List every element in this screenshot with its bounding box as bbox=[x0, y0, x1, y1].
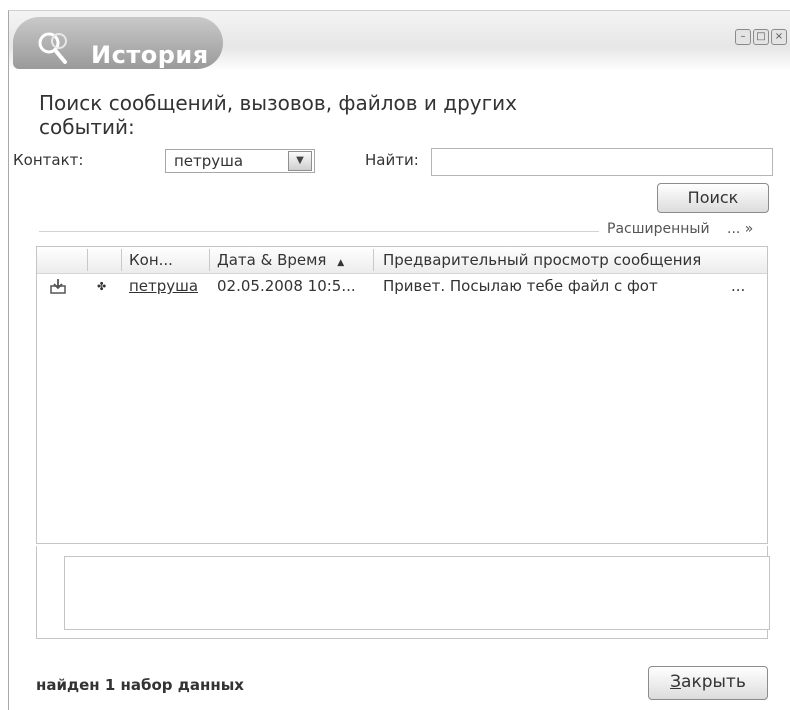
minimize-icon[interactable]: – bbox=[735, 29, 751, 45]
advanced-expand-icon[interactable]: ... » bbox=[727, 221, 753, 237]
title-bar[interactable]: История – □ × bbox=[9, 11, 790, 71]
close-button-label: акрыть bbox=[681, 672, 746, 692]
search-button[interactable]: Поиск bbox=[657, 183, 769, 213]
column-header-datetime-label: Дата & Время bbox=[217, 251, 327, 269]
file-transfer-icon bbox=[49, 277, 67, 299]
search-heading: Поиск сообщений, вызовов, файлов и други… bbox=[39, 91, 517, 139]
close-icon[interactable]: × bbox=[771, 29, 787, 45]
search-input[interactable] bbox=[431, 148, 773, 176]
column-header-datetime[interactable]: Дата & Время ▲ bbox=[217, 251, 344, 269]
contact-select-value: петруша bbox=[174, 152, 244, 170]
advanced-search-link[interactable]: Расширенный bbox=[607, 221, 710, 237]
column-separator[interactable] bbox=[87, 249, 88, 271]
column-separator[interactable] bbox=[373, 249, 374, 271]
close-button[interactable]: Закрыть bbox=[648, 666, 768, 700]
search-people-icon bbox=[38, 32, 67, 64]
maximize-icon[interactable]: □ bbox=[753, 29, 769, 45]
find-label: Найти: bbox=[365, 151, 419, 169]
contact-select[interactable]: петруша ▼ bbox=[165, 149, 315, 173]
contact-status-icon: ✤ bbox=[97, 280, 107, 293]
column-header-contact[interactable]: Кон... bbox=[129, 251, 173, 269]
status-text: найден 1 набор данных bbox=[36, 676, 244, 694]
row-contact-link[interactable]: петруша bbox=[129, 277, 198, 295]
column-header-preview[interactable]: Предварительный просмотр сообщения bbox=[383, 251, 701, 269]
table-header: Кон... Дата & Время ▲ Предварительный пр… bbox=[37, 247, 767, 274]
row-datetime: 02.05.2008 10:5... bbox=[217, 277, 356, 295]
column-separator[interactable] bbox=[209, 249, 210, 271]
row-preview: Привет. Посылаю тебе файл с фот bbox=[383, 277, 658, 295]
results-table: Кон... Дата & Время ▲ Предварительный пр… bbox=[36, 246, 768, 544]
column-separator[interactable] bbox=[121, 249, 122, 271]
contact-label: Контакт: bbox=[13, 151, 84, 169]
table-row[interactable]: ✤ петруша 02.05.2008 10:5... Привет. Пос… bbox=[37, 275, 767, 297]
title-badge: История bbox=[13, 17, 223, 69]
separator bbox=[39, 231, 599, 232]
row-preview-more: ... bbox=[731, 277, 746, 295]
message-preview-pane[interactable] bbox=[64, 556, 770, 630]
close-button-mnemonic: З bbox=[670, 672, 682, 692]
chevron-down-icon[interactable]: ▼ bbox=[288, 151, 312, 171]
window-title: История bbox=[91, 41, 209, 69]
sort-ascending-icon: ▲ bbox=[337, 258, 345, 268]
